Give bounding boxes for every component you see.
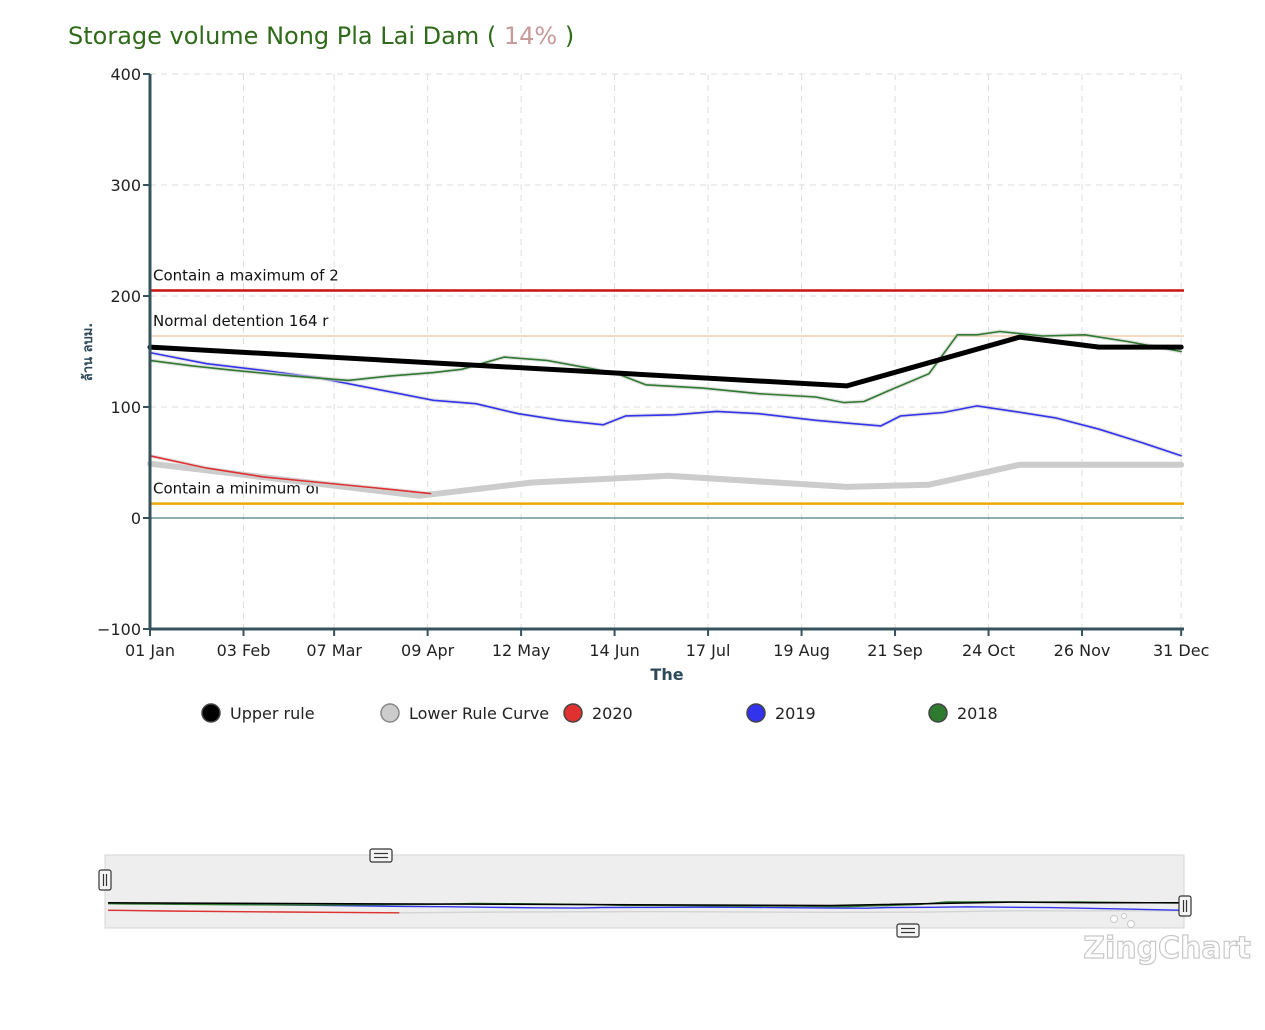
series-line-y2019: [149, 351, 1182, 457]
legend-label: Upper rule: [230, 704, 315, 723]
x-tick-label: 14 Jun: [589, 641, 639, 660]
reference-label-normal: Normal detention 164 r: [153, 312, 329, 330]
axis-layer: −100 0 100 200 300 400 01 Jan 03 Feb 07 Mar 09 Ap…: [97, 65, 1209, 660]
y-tick-label: −100: [97, 620, 141, 639]
y-tick-label: 400: [110, 65, 141, 84]
x-tick-label: 03 Feb: [217, 641, 271, 660]
y-tick-label: 300: [110, 176, 141, 195]
legend: Upper rule Lower Rule Curve 2020 2019 2018: [201, 703, 998, 723]
zingchart-watermark: ZingChart: [1083, 931, 1251, 966]
legend-item-y2019[interactable]: 2019: [746, 703, 816, 723]
chart-title: Storage volume Nong Pla Lai Dam ( 14% ): [68, 22, 574, 50]
x-tick-label: 24 Oct: [962, 641, 1015, 660]
title-text: Storage volume Nong Pla Lai Dam (: [68, 22, 497, 50]
x-tick-label: 26 Nov: [1054, 641, 1111, 660]
legend-marker: [746, 703, 766, 723]
series-shadow-y2018: [149, 329, 1182, 405]
legend-label: 2018: [957, 704, 998, 723]
legend-item-upper_rule[interactable]: Upper rule: [201, 703, 315, 723]
legend-marker: [380, 703, 400, 723]
x-tick-label: 01 Jan: [125, 641, 175, 660]
x-tick-label: 07 Mar: [306, 641, 362, 660]
x-tick-label: 21 Sep: [867, 641, 923, 660]
y-tick-label: 200: [110, 287, 141, 306]
x-tick-label: 12 May: [492, 641, 551, 660]
legend-label: 2019: [775, 704, 816, 723]
legend-label: 2020: [592, 704, 633, 723]
x-tick-label: 17 Jul: [686, 641, 731, 660]
grid-layer: [149, 73, 1184, 630]
storage-percent: 14%: [503, 22, 558, 50]
chart-svg: Contain a maximum of 2 Normal detention 1…: [80, 65, 1251, 967]
preview-bottom-handle[interactable]: [896, 923, 920, 938]
legend-marker: [928, 703, 948, 723]
x-tick-label: 31 Dec: [1153, 641, 1209, 660]
series-shadow-y2019: [149, 350, 1182, 458]
legend-marker: [201, 703, 221, 723]
reference-label-max: Contain a maximum of 2: [153, 266, 339, 284]
series-line-y2018: [149, 330, 1182, 404]
legend-item-lower_rule[interactable]: Lower Rule Curve: [380, 703, 549, 723]
zoom-preview[interactable]: [98, 848, 1192, 938]
x-tick-label: 09 Apr: [401, 641, 455, 660]
y-tick-label: 0: [131, 509, 141, 528]
preview-left-handle[interactable]: [98, 869, 112, 891]
legend-item-y2020[interactable]: 2020: [563, 703, 633, 723]
legend-marker: [563, 703, 583, 723]
y-tick-label: 100: [110, 398, 141, 417]
legend-item-y2018[interactable]: 2018: [928, 703, 998, 723]
preview-right-handle[interactable]: [1178, 895, 1192, 917]
series-layer: [147, 329, 1185, 499]
preview-top-handle[interactable]: [369, 848, 393, 863]
preview-background: [104, 854, 1185, 929]
y-axis-label: ล้าน ลบม.: [80, 323, 96, 381]
legend-label: Lower Rule Curve: [409, 704, 549, 723]
x-tick-label: 19 Aug: [773, 641, 830, 660]
title-end: ): [564, 22, 575, 50]
x-axis-label: The: [650, 665, 683, 684]
